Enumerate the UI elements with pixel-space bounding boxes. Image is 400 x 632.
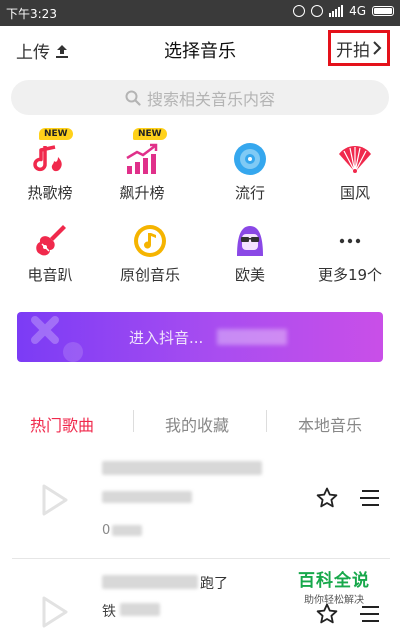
song-duration-blurred xyxy=(112,525,142,536)
battery-icon xyxy=(372,6,394,16)
category-rising[interactable]: NEW 飙升榜 xyxy=(102,128,182,203)
network-type: 4G xyxy=(349,4,366,18)
song-title-blurred xyxy=(102,575,198,589)
favorite-star-icon[interactable] xyxy=(315,486,339,510)
search-input[interactable]: 搜索相关音乐内容 xyxy=(11,80,389,115)
tab-local-music[interactable]: 本地音乐 xyxy=(298,412,362,436)
hot-song-icon xyxy=(33,145,62,172)
song-artist-blurred xyxy=(120,603,160,616)
new-badge: NEW xyxy=(133,128,167,140)
more-icon xyxy=(339,238,361,244)
music-tabs: 热门歌曲 我的收藏 本地音乐 xyxy=(0,400,400,444)
status-bar: 下午3:23 4G xyxy=(0,0,400,26)
category-chinese-style[interactable]: 国风 xyxy=(315,140,395,203)
start-shoot-button[interactable]: 开拍 xyxy=(328,30,390,66)
banner-blurred-text xyxy=(217,329,287,345)
clock-icon xyxy=(311,5,324,17)
category-western[interactable]: 欧美 xyxy=(210,222,290,285)
electric-guitar-icon xyxy=(36,225,66,256)
tab-hot-songs[interactable]: 热门歌曲 xyxy=(30,412,94,436)
status-icons: 4G xyxy=(293,4,394,18)
category-original[interactable]: 原创音乐 xyxy=(110,222,190,285)
original-music-icon xyxy=(134,225,166,257)
tab-divider xyxy=(266,410,267,432)
song-artist: 铁 xyxy=(102,604,116,620)
signal-icon xyxy=(329,5,344,17)
watermark-logo: 百科全说 助你轻松解决 xyxy=(284,566,384,606)
banner-decor-icon xyxy=(31,316,83,362)
category-label: 更多19个 xyxy=(317,266,383,284)
tab-divider xyxy=(133,410,134,432)
folding-fan-icon xyxy=(339,146,371,173)
category-label: 流行 xyxy=(234,184,265,202)
search-placeholder: 搜索相关音乐内容 xyxy=(146,89,275,109)
category-label: 飙升榜 xyxy=(119,184,165,202)
tab-favorites[interactable]: 我的收藏 xyxy=(165,412,229,436)
banner-text: 进入抖音... xyxy=(129,329,204,347)
song-title: 跑了 xyxy=(200,576,228,592)
header: 上传 选择音乐 开拍 xyxy=(0,26,400,72)
western-avatar-icon xyxy=(237,226,263,256)
category-label: 热歌榜 xyxy=(27,184,73,202)
category-label: 原创音乐 xyxy=(119,266,180,284)
start-shoot-label: 开拍 xyxy=(336,40,370,61)
divider xyxy=(12,558,390,559)
song-artist-blurred xyxy=(102,491,192,503)
list-item[interactable]: 0 xyxy=(0,455,400,555)
song-title-blurred xyxy=(102,461,262,475)
play-icon[interactable] xyxy=(34,481,72,519)
category-label: 欧美 xyxy=(234,266,265,284)
category-pop[interactable]: 流行 xyxy=(210,140,290,203)
category-label: 电音趴 xyxy=(27,266,73,284)
category-electronic[interactable]: 电音趴 xyxy=(10,222,90,285)
disc-icon xyxy=(234,143,266,175)
category-hot-songs[interactable]: NEW 热歌榜 xyxy=(10,128,90,203)
category-label: 国风 xyxy=(339,184,370,202)
promo-banner[interactable]: 进入抖音... xyxy=(17,312,383,362)
category-more[interactable]: 更多19个 xyxy=(310,222,390,285)
watermark-subtitle: 助你轻松解决 xyxy=(304,595,364,606)
watermark-title: 百科全说 xyxy=(298,571,370,591)
play-icon[interactable] xyxy=(34,593,72,631)
new-badge: NEW xyxy=(39,128,73,140)
chevron-right-icon xyxy=(373,41,382,55)
menu-lines-icon[interactable] xyxy=(357,486,381,510)
search-icon xyxy=(125,90,141,106)
rising-chart-icon xyxy=(126,143,158,174)
song-duration: 0 xyxy=(102,523,111,538)
alarm-icon xyxy=(293,5,306,17)
status-time: 下午3:23 xyxy=(6,7,57,21)
